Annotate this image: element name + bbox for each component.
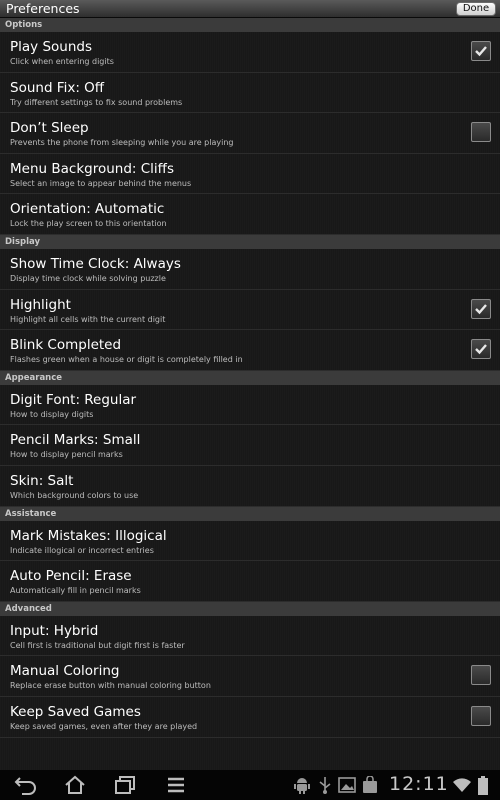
preference-row[interactable]: Sound Fix: Off Try different settings to … [0, 73, 500, 114]
preference-summary: Which background colors to use [10, 490, 139, 500]
preference-row[interactable]: Pencil Marks: Small How to display pencil… [0, 425, 500, 466]
title-bar: Preferences Done [0, 0, 500, 18]
preference-row[interactable]: Menu Background: Cliffs Select an image t… [0, 154, 500, 195]
section-header-assistance: Assistance [0, 506, 500, 521]
preference-summary: How to display pencil marks [10, 450, 123, 460]
battery-icon [477, 776, 489, 800]
checkbox-checked[interactable] [471, 298, 491, 319]
preference-summary: Flashes green when a house or digit is c… [10, 355, 243, 365]
preference-row[interactable]: Auto Pencil: Erase Automatically fill in … [0, 561, 500, 602]
preference-title: Pencil Marks: Small [10, 432, 141, 449]
preference-summary: Automatically fill in pencil marks [10, 586, 141, 596]
preference-title: Input: Hybrid [10, 622, 99, 639]
preference-summary: How to display digits [10, 409, 94, 419]
preference-row[interactable]: Highlight Highlight all cells with the cu… [0, 290, 500, 331]
checkbox-unchecked[interactable] [471, 122, 491, 143]
preference-row[interactable]: Digit Font: Regular How to display digits [0, 385, 500, 426]
back-icon[interactable] [14, 775, 38, 799]
gallery-icon [338, 776, 356, 798]
preference-row[interactable]: Blink Completed Flashes green when a hous… [0, 330, 500, 371]
checkbox-checked[interactable] [471, 41, 491, 61]
preference-row[interactable]: Orientation: Automatic Lock the play scre… [0, 194, 500, 235]
usb-icon [318, 776, 332, 798]
preference-title: Skin: Salt [10, 472, 74, 489]
preference-summary: Cell first is traditional but digit firs… [10, 640, 185, 650]
checkbox-checked[interactable] [471, 339, 491, 360]
preference-title: Don’t Sleep [10, 120, 89, 137]
preferences-list[interactable]: Options Play Sounds Click when entering di… [0, 18, 500, 770]
preference-title: Highlight [10, 296, 71, 313]
preference-summary: Highlight all cells with the current dig… [10, 314, 166, 324]
preference-row[interactable]: Mark Mistakes: Illogical Indicate illogic… [0, 521, 500, 562]
preference-title: Keep Saved Games [10, 703, 141, 720]
preference-title: Play Sounds [10, 39, 92, 55]
menu-icon[interactable] [164, 775, 188, 799]
section-header-appearance: Appearance [0, 370, 500, 385]
preference-summary: Keep saved games, even after they are pl… [10, 721, 198, 731]
system-navigation-bar: 12:11 [0, 770, 500, 800]
preference-summary: Indicate illogical or incorrect entries [10, 545, 154, 555]
preference-summary: Select an image to appear behind the men… [10, 178, 192, 188]
preference-title: Auto Pencil: Erase [10, 568, 132, 585]
preference-title: Orientation: Automatic [10, 201, 165, 218]
preference-summary: Try different settings to fix sound prob… [10, 97, 183, 107]
preference-title: Manual Coloring [10, 663, 120, 680]
wifi-icon [452, 776, 472, 798]
preference-title: Blink Completed [10, 337, 122, 354]
android-debug-icon [294, 776, 310, 798]
checkbox-unchecked[interactable] [471, 665, 491, 686]
preference-row[interactable]: Play Sounds Click when entering digits [0, 32, 500, 73]
preference-row[interactable]: Skin: Salt Which background colors to use [0, 466, 500, 507]
preference-row[interactable]: Input: Hybrid Cell first is traditional b… [0, 616, 500, 657]
preference-summary: Lock the play screen to this orientation [10, 219, 167, 229]
preference-title: Mark Mistakes: Illogical [10, 527, 167, 544]
page-title: Preferences [6, 1, 80, 16]
preference-row[interactable]: Show Time Clock: Always Display time cloc… [0, 249, 500, 290]
home-icon[interactable] [63, 775, 87, 799]
preference-summary: Click when entering digits [10, 57, 114, 66]
section-header-options: Options [0, 18, 500, 32]
preference-title: Menu Background: Cliffs [10, 160, 174, 177]
section-header-display: Display [0, 234, 500, 249]
preference-row[interactable]: Manual Coloring Replace erase button with… [0, 656, 500, 697]
preference-summary: Prevents the phone from sleeping while y… [10, 138, 234, 148]
preference-row[interactable]: Keep Saved Games Keep saved games, even a… [0, 697, 500, 738]
shopping-bag-icon [362, 775, 378, 798]
done-button[interactable]: Done [456, 2, 496, 16]
recent-apps-icon[interactable] [113, 775, 137, 799]
preference-summary: Replace erase button with manual colorin… [10, 681, 211, 691]
section-header-advanced: Advanced [0, 601, 500, 616]
preference-title: Show Time Clock: Always [10, 255, 181, 272]
preference-summary: Display time clock while solving puzzle [10, 273, 166, 283]
preference-row[interactable]: Don’t Sleep Prevents the phone from sleep… [0, 113, 500, 154]
preference-title: Digit Font: Regular [10, 391, 137, 408]
status-clock: 12:11 [389, 773, 449, 795]
preference-title: Sound Fix: Off [10, 79, 105, 96]
checkbox-unchecked[interactable] [471, 705, 491, 726]
